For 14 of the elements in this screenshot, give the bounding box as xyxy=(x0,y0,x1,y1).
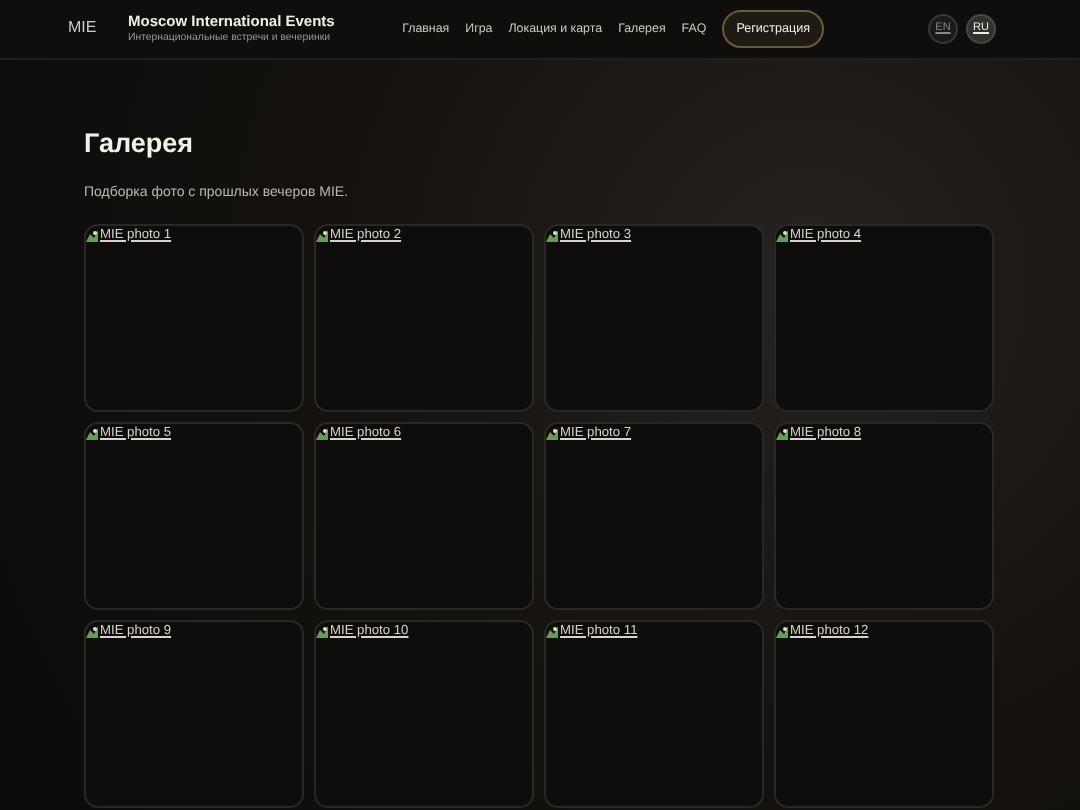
broken-image-icon xyxy=(546,625,558,638)
logo-alt-text[interactable]: MIE xyxy=(68,20,96,37)
broken-image-icon xyxy=(86,427,98,440)
broken-image-icon xyxy=(776,427,788,440)
page-heading: Галерея xyxy=(84,128,196,161)
broken-image-icon xyxy=(546,229,558,242)
broken-image-icon xyxy=(316,625,328,638)
broken-image-icon xyxy=(776,229,788,242)
broken-image-icon xyxy=(316,229,328,242)
broken-image-icon xyxy=(86,229,98,242)
broken-image-icon xyxy=(86,625,98,638)
broken-image-icon xyxy=(316,427,328,440)
broken-image-icon xyxy=(776,625,788,638)
broken-image-icon xyxy=(546,427,558,440)
